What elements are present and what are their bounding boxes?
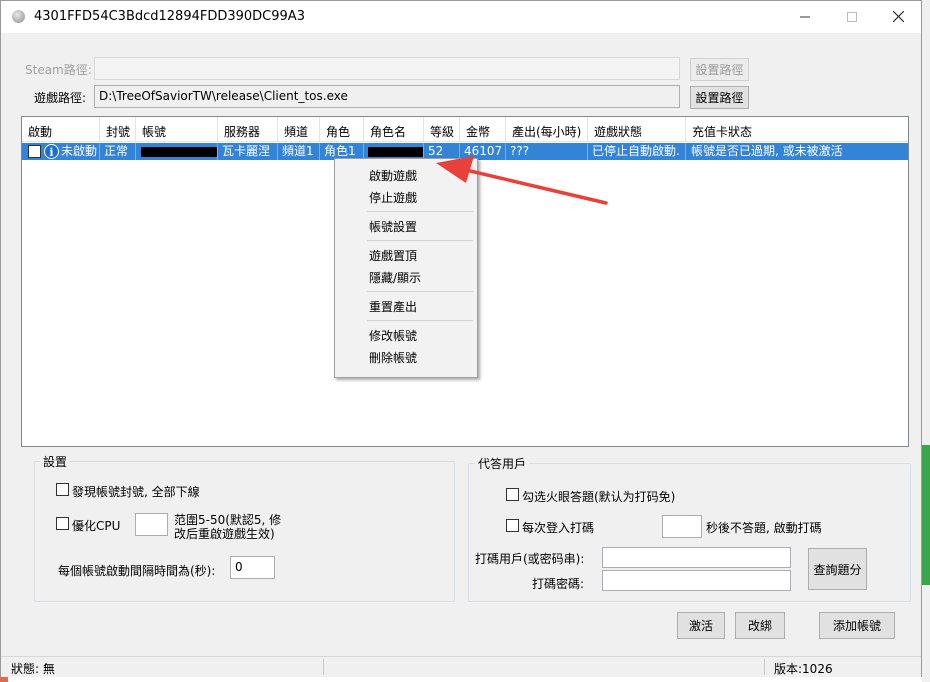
status-divider (323, 659, 324, 675)
maximize-icon (847, 11, 857, 22)
info-icon: i (44, 144, 59, 159)
add-account-button[interactable]: 添加帳號 (819, 612, 895, 639)
menu-item-hide-show[interactable]: 隱藏/顯示 (369, 269, 421, 286)
timeout-note: 秒後不答題, 啟動打碼 (706, 521, 822, 535)
column-header[interactable]: 角色 (320, 117, 364, 142)
menu-item-start-game[interactable]: 啟動遊戲 (369, 167, 417, 184)
menu-item-stop-game[interactable]: 停止遊戲 (369, 189, 417, 206)
cell-channel: 頻道1 (278, 143, 320, 160)
timeout-input[interactable] (662, 515, 702, 538)
game-path-field[interactable]: D:\TreeOfSaviorTW\release\Client_tos.exe (94, 85, 680, 108)
status-bar: 狀態: 無 版本:1026 (1, 656, 921, 677)
column-header[interactable]: 封號 (100, 117, 136, 142)
status-divider (764, 659, 765, 675)
cell-output: ??? (506, 143, 588, 160)
captcha-pass-input[interactable] (602, 570, 791, 591)
column-header[interactable]: 等級 (424, 117, 460, 142)
captcha-checkbox[interactable] (506, 488, 519, 501)
column-header[interactable]: 產出(每小時) (506, 117, 588, 142)
steam-path-label: Steam路徑: (25, 63, 92, 77)
rebind-button[interactable]: 改綁 (735, 612, 785, 639)
title-bar: 4301FFD54C3Bdcd12894FDD390DC99A3 (1, 1, 921, 33)
column-header[interactable]: 遊戲狀態 (588, 117, 686, 142)
menu-item-reset-output[interactable]: 重置產出 (369, 298, 417, 315)
status-text: 狀態: 無 (11, 662, 55, 676)
redaction-bar (368, 147, 423, 157)
background-window-accent (922, 445, 930, 585)
maximize-button[interactable] (829, 1, 875, 32)
menu-item-game-on-top[interactable]: 遊戲置頂 (369, 247, 417, 264)
column-header[interactable]: 服務器 (218, 117, 278, 142)
minimize-icon (800, 16, 810, 17)
context-menu: 啟動遊戲 停止遊戲 帳號設置 遊戲置頂 隱藏/顯示 重置產出 修改帳號 刪除帳號 (334, 158, 478, 378)
interval-label: 每個帳號啟動間隔時間為(秒): (58, 564, 216, 578)
optimize-cpu-checkbox[interactable] (56, 517, 69, 530)
menu-item-edit-account[interactable]: 修改帳號 (369, 327, 417, 344)
menu-item-delete-account[interactable]: 刪除帳號 (369, 349, 417, 366)
cell-ban: 正常 (100, 143, 136, 160)
captcha-pass-label: 打碼密碼: (532, 577, 585, 591)
steam-path-field[interactable] (94, 57, 680, 80)
cell-start: i 未啟動 (22, 143, 100, 160)
column-header[interactable]: 頻道 (278, 117, 320, 142)
redaction-bar (141, 147, 217, 157)
menu-item-account-settings[interactable]: 帳號設置 (369, 218, 417, 235)
settings-group-title: 設置 (40, 453, 71, 470)
menu-separator (367, 320, 473, 321)
cpu-range-note: 范圍5-50(默認5, 修改后重啟遊戲生效) (174, 513, 282, 541)
activate-button[interactable]: 激活 (677, 612, 725, 639)
window-title: 4301FFD54C3Bdcd12894FDD390DC99A3 (34, 9, 305, 24)
menu-separator (367, 240, 473, 241)
start-status: 未啟動 (61, 144, 98, 158)
column-header[interactable]: 啟動 (22, 117, 100, 142)
interval-input[interactable]: 0 (230, 556, 275, 579)
minimize-button[interactable] (782, 1, 828, 32)
account-list-header: 啟動 封號 帳號 服務器 頻道 角色 角色名 等級 金幣 產出(每小時) 遊戲狀… (22, 117, 908, 142)
cell-game-status: 已停止自動啟動. (588, 143, 686, 160)
steam-path-set-button[interactable]: 設置路徑 (690, 58, 749, 81)
game-path-set-button[interactable]: 設置路徑 (690, 86, 749, 109)
every-login-label: 每次登入打碼 (522, 521, 595, 535)
optimize-cpu-label: 優化CPU (72, 519, 121, 533)
captcha-user-input[interactable] (602, 547, 791, 568)
cell-server: 瓦卡麗涅 (218, 143, 278, 160)
cell-account (136, 143, 218, 160)
version-text: 版本:1026 (774, 662, 833, 676)
cpu-value-input[interactable] (135, 513, 168, 536)
offline-on-ban-checkbox[interactable] (56, 483, 69, 496)
captcha-user-label: 打碼用戶(或密码串): (475, 552, 585, 566)
query-points-button[interactable]: 查詢題分 (808, 548, 867, 590)
app-icon (12, 10, 25, 23)
cell-card-status: 帳號是否已過期, 或未被激活 (691, 144, 843, 158)
column-header[interactable]: 金幣 (460, 117, 506, 142)
column-header[interactable]: 帳號 (136, 117, 218, 142)
column-header[interactable]: 角色名 (364, 117, 424, 142)
column-header[interactable]: 充值卡狀态 (686, 117, 908, 142)
game-path-label: 遊戲路徑: (34, 91, 87, 105)
main-window: 4301FFD54C3Bdcd12894FDD390DC99A3 Steam路徑… (0, 0, 922, 677)
captcha-label: 勾选火眼答題(默认为打码免) (522, 490, 676, 504)
menu-separator (367, 291, 473, 292)
proxy-group-title: 代答用戶 (475, 455, 530, 472)
close-icon (892, 11, 904, 22)
offline-on-ban-label: 發現帳號封號, 全部下線 (72, 485, 200, 499)
close-button[interactable] (875, 1, 921, 32)
menu-separator (367, 211, 473, 212)
row-checkbox[interactable] (28, 145, 41, 158)
every-login-checkbox[interactable] (506, 519, 519, 532)
